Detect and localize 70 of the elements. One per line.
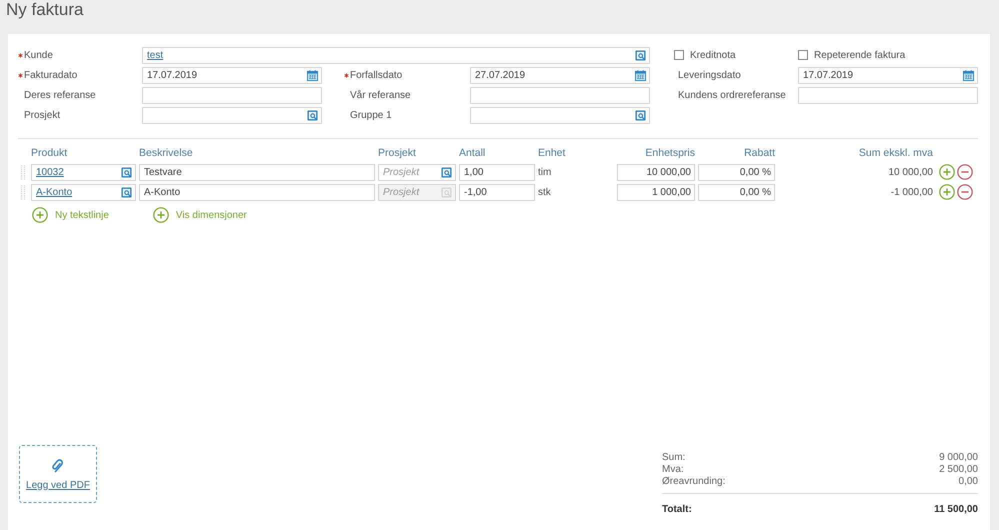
column-header: Produkt [31, 147, 68, 159]
field-label: Kundens ordrereferanse [678, 90, 786, 100]
description-field[interactable]: A-Konto [139, 184, 375, 200]
unit-text: tim [538, 166, 552, 178]
required-icon [18, 52, 23, 58]
field-label: Leveringsdato [678, 70, 741, 80]
required-icon [18, 72, 23, 78]
search-icon[interactable] [121, 186, 132, 198]
required-icon [344, 72, 349, 78]
column-header: Enhetspris [644, 147, 695, 159]
calendar-icon[interactable] [635, 70, 646, 80]
search-icon[interactable] [635, 50, 646, 60]
search-icon[interactable] [441, 166, 452, 178]
field-label: Fakturadato [24, 70, 78, 80]
field-label: Gruppe 1 [350, 110, 392, 120]
description-field[interactable]: Testvare [139, 164, 375, 180]
field-label: Deres referanse [24, 90, 96, 100]
add-icon[interactable] [152, 207, 169, 223]
checkbox[interactable] [798, 50, 808, 60]
unit-price-field[interactable]: 10 000,00 [617, 164, 695, 180]
unit-text: stk [538, 186, 552, 198]
search-icon[interactable] [307, 110, 318, 120]
total-value: 0,00 [958, 476, 978, 486]
column-header: Prosjekt [378, 147, 417, 159]
field-label: Prosjekt [24, 110, 60, 120]
input-field[interactable] [798, 86, 978, 104]
input-field[interactable] [142, 86, 322, 104]
unit-price-field[interactable]: 1 000,00 [617, 184, 695, 200]
discount-field[interactable]: 0,00 % [698, 164, 775, 180]
field-label: Forfallsdato [350, 70, 402, 80]
total-label: Øreavrunding: [662, 476, 726, 486]
field-label: Kunde [24, 50, 53, 60]
column-header: Enhet [538, 147, 566, 159]
input-field[interactable]: 17.07.2019 [798, 66, 978, 84]
total-label: Sum: [662, 452, 686, 462]
input-field[interactable] [470, 86, 650, 104]
line-sum: -1 000,00 [890, 186, 933, 198]
column-header: Beskrivelse [139, 147, 194, 159]
calendar-icon[interactable] [307, 70, 318, 80]
quantity-field[interactable]: -1,00 [459, 184, 535, 200]
search-icon[interactable] [121, 166, 132, 178]
checkbox[interactable] [674, 50, 684, 60]
calendar-icon[interactable] [963, 70, 974, 80]
input-field[interactable]: 17.07.2019 [142, 66, 322, 84]
column-header: Rabatt [743, 147, 775, 159]
input-field[interactable]: 27.07.2019 [470, 66, 650, 84]
input-field[interactable] [470, 106, 650, 124]
page-title: Ny faktura [6, 0, 84, 21]
search-icon[interactable] [635, 110, 646, 120]
quantity-field[interactable]: 1,00 [459, 164, 535, 180]
input-field[interactable]: test [142, 46, 650, 64]
total-label: Mva: [662, 464, 684, 474]
add-icon[interactable] [32, 207, 48, 223]
attach-pdf-button[interactable]: Legg ved PDF [19, 445, 97, 503]
checkbox-field[interactable]: Repeterende faktura [798, 50, 978, 60]
total-value: 2 500,00 [939, 464, 978, 474]
product-field[interactable]: 10032 [31, 164, 136, 180]
column-header: Sum ekskl. mva [858, 147, 933, 159]
paperclip-icon [52, 458, 64, 474]
input-field[interactable] [142, 106, 322, 124]
grand-total-label: Totalt: [662, 504, 692, 514]
product-field[interactable]: A-Konto [31, 184, 136, 200]
field-label: Vår referanse [350, 90, 411, 100]
search-icon [441, 186, 452, 198]
column-header: Antall [459, 147, 486, 159]
total-value: 9 000,00 [939, 452, 978, 462]
discount-field[interactable]: 0,00 % [698, 184, 775, 200]
grand-total-value: 11 500,00 [934, 504, 978, 514]
checkbox-field[interactable]: Kreditnota [650, 50, 798, 60]
line-sum: 10 000,00 [888, 166, 933, 178]
